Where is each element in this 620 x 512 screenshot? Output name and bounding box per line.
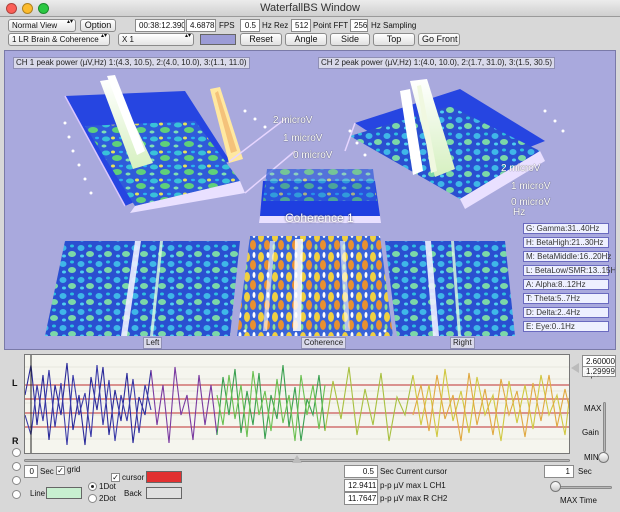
panel-label-coherence: Coherence: [301, 337, 347, 349]
coherence-title: Coherence 1: [285, 211, 354, 225]
channel-radio-4[interactable]: [12, 490, 21, 499]
gain-min-label: MIN: [584, 453, 599, 462]
window-title: WaterfallBS Window: [260, 2, 360, 14]
sampling-rate-label: Hz Sampling: [371, 21, 417, 30]
line-color-swatch[interactable]: [46, 487, 82, 499]
band-delta: D: Delta:2..4Hz: [523, 307, 609, 318]
two-dot-label: 2Dot: [99, 494, 116, 503]
gain-label: Gain: [582, 428, 599, 437]
eeg-waveform-graphics: [25, 355, 569, 453]
eeg-waveform-panel[interactable]: [24, 354, 570, 454]
background-color-swatch[interactable]: [200, 34, 236, 45]
top-view-button[interactable]: Top: [373, 33, 415, 46]
band-beta-low-smr: L: BetaLow/SMR:13..15Hz: [523, 265, 615, 276]
ch1-peak-power-readout: CH 1 peak power (µV,Hz) 1:(4.3, 10.5), 2…: [13, 57, 250, 69]
band-beta-middle: M: BetaMiddle:16..20Hz: [523, 251, 611, 262]
band-eye: E: Eye:0..1Hz: [523, 321, 609, 332]
max-time-label: MAX Time: [560, 496, 597, 505]
band-beta-high: H: BetaHigh:21..30Hz: [523, 237, 609, 248]
max-time-field[interactable]: 1: [544, 465, 574, 478]
sec-offset-field[interactable]: 0: [24, 465, 38, 478]
one-dot-radio[interactable]: [88, 482, 97, 491]
left-scale-2uv: 2 microV: [273, 115, 313, 126]
fft-points-label: Point FFT: [313, 21, 349, 30]
left-scale-0uv: 0 microV: [293, 150, 333, 161]
pp-right-field: 11.7647: [344, 492, 378, 505]
max-time-slider-track[interactable]: [556, 486, 612, 489]
fft-points-field[interactable]: 512: [291, 19, 311, 32]
panel-label-right: Right: [450, 337, 475, 349]
hz-rez-label: Hz Rez: [262, 21, 289, 30]
band-gamma: G: Gamma:31..40Hz: [523, 223, 609, 234]
cursor-color-swatch[interactable]: [146, 471, 182, 483]
gain-max-label: MAX: [584, 404, 602, 413]
pp-left-field: 12.9411: [344, 479, 378, 492]
channel-radio-1[interactable]: [12, 448, 21, 457]
panel-label-left: Left: [143, 337, 163, 349]
scale-slider-handle[interactable]: [571, 363, 579, 373]
max-time-slider-knob[interactable]: [550, 481, 561, 492]
two-dot-radio[interactable]: [88, 494, 97, 503]
elapsed-time-field: 00:38:12.390: [135, 19, 185, 32]
title-bar: WaterfallBS Window: [0, 0, 620, 17]
waterfall-3d-view[interactable]: CH 1 peak power (µV,Hz) 1:(4.3, 10.5), 2…: [4, 50, 616, 350]
view-mode-select[interactable]: Normal View: [8, 19, 76, 32]
pp-left-label: p-p µV max L CH1: [380, 481, 446, 490]
right-scale-2uv: 2 microV: [501, 163, 541, 174]
back-color-label: Back: [124, 489, 142, 498]
fps-label: FPS: [219, 21, 235, 30]
left-scale-1uv: 1 microV: [283, 133, 323, 144]
sec-offset-label: Sec: [40, 467, 54, 476]
time-scroll-handle[interactable]: [292, 455, 302, 463]
pp-right-label: p-p µV max R CH2: [380, 494, 448, 503]
current-cursor-field[interactable]: 0.5: [344, 465, 378, 478]
right-channel-letter: R: [12, 436, 19, 446]
cursor-label: cursor: [122, 473, 145, 482]
left-channel-letter: L: [12, 378, 18, 388]
go-front-button[interactable]: Go Front: [418, 33, 460, 46]
brain-mode-select[interactable]: 1 LR Brain & Coherence: [8, 33, 110, 46]
scale-mid-field[interactable]: 1.29999: [582, 366, 616, 377]
side-view-button[interactable]: Side: [330, 33, 370, 46]
zoom-select[interactable]: X 1: [118, 33, 194, 46]
option-button[interactable]: Option: [80, 19, 116, 32]
hz-rez-field[interactable]: 0.5: [240, 19, 260, 32]
gain-slider-knob[interactable]: [598, 452, 609, 463]
right-hz-axis-label: Hz: [513, 207, 526, 218]
right-scale-1uv: 1 microV: [511, 181, 551, 192]
grid-label: grid: [67, 465, 81, 474]
gain-slider-track[interactable]: [603, 402, 606, 452]
channel-radio-2[interactable]: [12, 462, 21, 471]
reset-view-button[interactable]: Reset: [240, 33, 282, 46]
band-theta: T: Theta:5..7Hz: [523, 293, 609, 304]
current-cursor-label: Sec Current cursor: [380, 467, 448, 476]
max-time-sec-label: Sec: [578, 467, 592, 476]
back-color-swatch[interactable]: [146, 487, 182, 499]
band-alpha: A: Alpha:8..12Hz: [523, 279, 609, 290]
angle-view-button[interactable]: Angle: [285, 33, 327, 46]
channel-radio-3[interactable]: [12, 476, 21, 485]
line-color-label: Line: [30, 489, 46, 498]
grid-checkbox[interactable]: ✓: [56, 466, 65, 475]
sampling-rate-field[interactable]: 256: [350, 19, 368, 32]
fps-field: 4.68785: [186, 19, 216, 32]
ch2-peak-power-readout: CH 2 peak power (µV,Hz) 1:(4.0, 10.0), 2…: [318, 57, 556, 69]
